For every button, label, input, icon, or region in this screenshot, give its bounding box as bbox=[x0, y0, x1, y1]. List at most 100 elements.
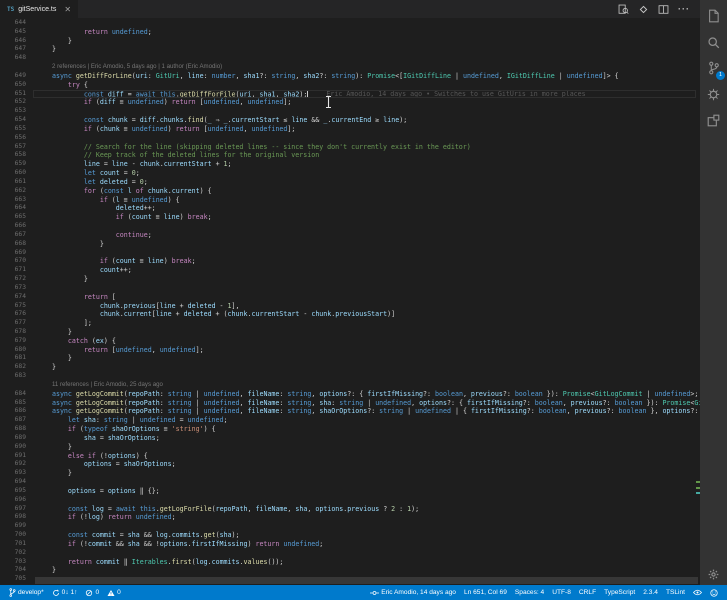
status-item[interactable]: Spaces: 4 bbox=[511, 585, 548, 600]
line-number[interactable]: 650 bbox=[0, 81, 26, 90]
line-number[interactable]: 668 bbox=[0, 240, 26, 249]
line-number[interactable]: 667 bbox=[0, 231, 26, 240]
line-number[interactable]: 670 bbox=[0, 257, 26, 266]
line-number[interactable]: 701 bbox=[0, 540, 26, 549]
code-line[interactable]: 652 if (diff ≡ undefined) return [undefi… bbox=[0, 98, 700, 107]
code-line[interactable]: 675 chunk.previous[line + deleted - 1], bbox=[0, 302, 700, 311]
line-number[interactable]: 705 bbox=[0, 575, 26, 584]
open-changes-icon[interactable] bbox=[618, 4, 629, 15]
line-number[interactable]: 666 bbox=[0, 222, 26, 231]
code-line[interactable]: 702 bbox=[0, 549, 700, 558]
line-number[interactable]: 658 bbox=[0, 151, 26, 160]
line-number[interactable]: 691 bbox=[0, 452, 26, 461]
code-line[interactable]: 666 bbox=[0, 222, 700, 231]
line-number[interactable]: 660 bbox=[0, 169, 26, 178]
status-item[interactable]: Ln 651, Col 69 bbox=[460, 585, 511, 600]
code-line[interactable]: 661 let deleted = 0; bbox=[0, 178, 700, 187]
code-line[interactable]: 650 try { bbox=[0, 81, 700, 90]
line-number[interactable]: 664 bbox=[0, 204, 26, 213]
line-number[interactable]: 696 bbox=[0, 496, 26, 505]
code-line[interactable]: 649 async getDiffForLine(uri: GitUri, li… bbox=[0, 72, 700, 81]
code-line[interactable]: 673 bbox=[0, 284, 700, 293]
line-number[interactable]: 647 bbox=[0, 45, 26, 54]
code-line[interactable]: 648 bbox=[0, 54, 700, 63]
code-line[interactable]: 660 let count = 0; bbox=[0, 169, 700, 178]
code-line[interactable]: 695 options = options ‖ {}; bbox=[0, 487, 700, 496]
code-line[interactable]: 670 if (count ≡ line) break; bbox=[0, 257, 700, 266]
line-number[interactable]: 659 bbox=[0, 160, 26, 169]
search-icon[interactable] bbox=[700, 29, 727, 55]
codelens[interactable]: 2 references | Eric Amodio, 5 days ago |… bbox=[0, 63, 700, 72]
code-line[interactable]: 653 bbox=[0, 107, 700, 116]
code-line[interactable]: 700 const commit = sha && log.commits.ge… bbox=[0, 531, 700, 540]
code-line[interactable]: 674 return [ bbox=[0, 293, 700, 302]
line-number[interactable]: 684 bbox=[0, 390, 26, 399]
code-line[interactable]: 663 if (l ≡ undefined) { bbox=[0, 196, 700, 205]
line-number[interactable]: 673 bbox=[0, 284, 26, 293]
code-line[interactable]: 697 const log = await this.getLogForFile… bbox=[0, 505, 700, 514]
line-number[interactable]: 662 bbox=[0, 187, 26, 196]
line-number[interactable]: 702 bbox=[0, 549, 26, 558]
code-line[interactable]: 668 } bbox=[0, 240, 700, 249]
status-item-sync[interactable]: 0↓ 1↑ bbox=[48, 585, 82, 600]
status-item-error[interactable]: 0 bbox=[81, 585, 103, 600]
line-number[interactable]: 698 bbox=[0, 513, 26, 522]
line-number[interactable]: 697 bbox=[0, 505, 26, 514]
code-line[interactable]: 679 catch (ex) { bbox=[0, 337, 700, 346]
code-line[interactable]: 678 } bbox=[0, 328, 700, 337]
code-line[interactable]: 647 } bbox=[0, 45, 700, 54]
line-number[interactable]: 645 bbox=[0, 28, 26, 37]
line-number[interactable]: 692 bbox=[0, 460, 26, 469]
line-number[interactable]: 678 bbox=[0, 328, 26, 337]
line-number[interactable]: 700 bbox=[0, 531, 26, 540]
code-line[interactable]: 655 if (chunk ≡ undefined) return [undef… bbox=[0, 125, 700, 134]
line-number[interactable]: 695 bbox=[0, 487, 26, 496]
code-line[interactable]: 646 } bbox=[0, 37, 700, 46]
status-item[interactable]: 2.3.4 bbox=[639, 585, 662, 600]
gitlens-icon[interactable] bbox=[638, 4, 649, 15]
line-number[interactable]: 689 bbox=[0, 434, 26, 443]
code-line[interactable]: 662 for (const l of chunk.current) { bbox=[0, 187, 700, 196]
code-line[interactable]: 690 } bbox=[0, 443, 700, 452]
line-number[interactable]: 677 bbox=[0, 319, 26, 328]
code-line[interactable]: 691 else if (!options) { bbox=[0, 452, 700, 461]
code-line[interactable]: 694 bbox=[0, 478, 700, 487]
line-number[interactable]: 685 bbox=[0, 399, 26, 408]
line-number[interactable]: 654 bbox=[0, 116, 26, 125]
line-number[interactable]: 693 bbox=[0, 469, 26, 478]
code-line[interactable]: 644 bbox=[0, 19, 700, 28]
line-number[interactable]: 655 bbox=[0, 125, 26, 134]
line-number[interactable]: 675 bbox=[0, 302, 26, 311]
code-line[interactable]: 669 bbox=[0, 249, 700, 258]
line-number[interactable]: 688 bbox=[0, 425, 26, 434]
code-line[interactable]: 688 if (typeof shaOrOptions ≡ 'string') … bbox=[0, 425, 700, 434]
line-number[interactable]: 686 bbox=[0, 407, 26, 416]
code-line[interactable]: 658 // Keep track of the deleted lines f… bbox=[0, 151, 700, 160]
code-line[interactable]: 683 bbox=[0, 372, 700, 381]
code-line[interactable]: 699 bbox=[0, 522, 700, 531]
line-number[interactable]: 649 bbox=[0, 72, 26, 81]
horizontal-scrollbar[interactable] bbox=[35, 577, 698, 584]
status-item-commit[interactable]: Eric Amodio, 14 days ago bbox=[366, 585, 460, 600]
line-number[interactable]: 704 bbox=[0, 566, 26, 575]
code-line[interactable]: 692 options = shaOrOptions; bbox=[0, 460, 700, 469]
explorer-icon[interactable] bbox=[700, 3, 727, 29]
line-number[interactable]: 652 bbox=[0, 98, 26, 107]
line-number[interactable]: 671 bbox=[0, 266, 26, 275]
line-number[interactable]: 651 bbox=[0, 90, 26, 99]
line-number[interactable]: 648 bbox=[0, 54, 26, 63]
status-item-git-branch[interactable]: develop* bbox=[5, 585, 48, 600]
line-number[interactable]: 644 bbox=[0, 19, 26, 28]
code-line[interactable]: 693 } bbox=[0, 469, 700, 478]
status-item[interactable]: TSLint bbox=[662, 585, 689, 600]
line-number[interactable]: 687 bbox=[0, 416, 26, 425]
editor[interactable]: 644 645 return undefined; 646 } 647 } 648 2 r… bbox=[0, 18, 700, 585]
code-line[interactable]: 687 let sha: string | undefined = undefi… bbox=[0, 416, 700, 425]
line-number[interactable]: 699 bbox=[0, 522, 26, 531]
code-line[interactable]: 681 } bbox=[0, 354, 700, 363]
code-line[interactable]: 677 ]; bbox=[0, 319, 700, 328]
line-number[interactable]: 653 bbox=[0, 107, 26, 116]
status-item[interactable]: TypeScript bbox=[600, 585, 639, 600]
code-line[interactable]: 664 deleted++; bbox=[0, 204, 700, 213]
line-number[interactable]: 679 bbox=[0, 337, 26, 346]
